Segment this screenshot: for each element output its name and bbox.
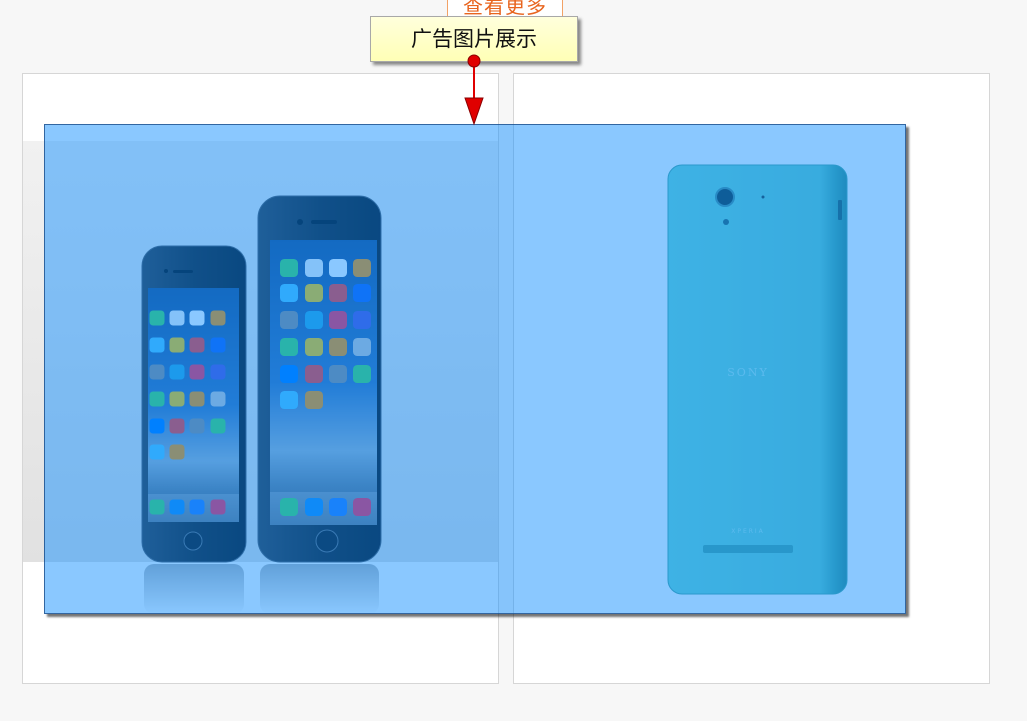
- arrow-head-icon: [464, 97, 484, 126]
- highlight-region: [44, 124, 906, 614]
- annotation-connector: [460, 52, 490, 126]
- connector-dot-icon[interactable]: [467, 54, 481, 68]
